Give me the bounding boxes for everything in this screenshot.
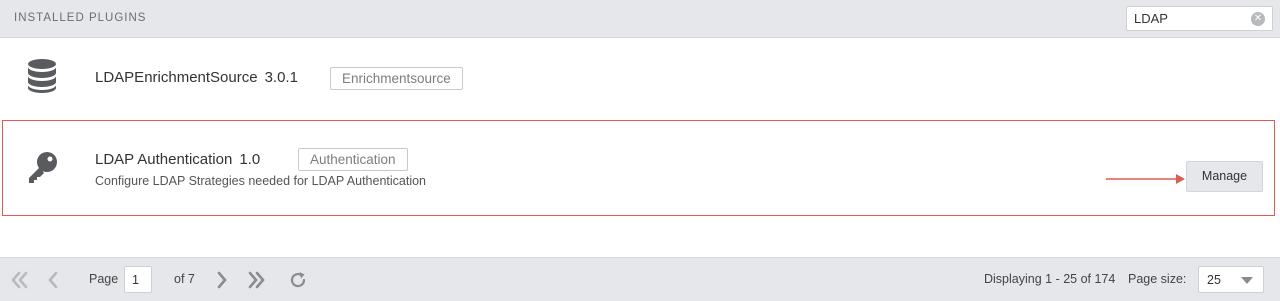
plugin-name: LDAP Authentication <box>95 151 233 168</box>
plugin-row-ldap-authentication: LDAP Authentication 1.0 Authentication Co… <box>2 120 1275 216</box>
plugin-version: 1.0 <box>239 151 261 168</box>
search-box[interactable]: ✕ <box>1126 6 1273 31</box>
plugin-version: 3.0.1 <box>264 69 298 86</box>
page-size-label: Page size: <box>1128 272 1187 286</box>
first-page-icon[interactable] <box>10 270 30 290</box>
annotation-arrow-icon <box>1106 174 1185 184</box>
plugin-type-tag: Enrichmentsource <box>330 67 463 90</box>
previous-page-icon[interactable] <box>44 270 64 290</box>
last-page-icon[interactable] <box>246 270 266 290</box>
refresh-icon[interactable] <box>288 270 308 290</box>
search-input[interactable] <box>1127 7 1247 30</box>
page-title: INSTALLED PLUGINS <box>14 12 147 24</box>
page-count-label: of 7 <box>174 272 195 286</box>
plugin-title: LDAPEnrichmentSource 3.0.1 <box>95 69 298 86</box>
page-size-value: 25 <box>1207 273 1221 287</box>
plugin-name: LDAPEnrichmentSource <box>95 69 258 86</box>
database-icon <box>28 59 56 93</box>
display-count-text: Displaying 1 - 25 of 174 <box>984 272 1116 286</box>
clear-icon[interactable]: ✕ <box>1251 12 1265 26</box>
page-label: Page <box>89 272 119 286</box>
page-number-input[interactable] <box>124 266 152 293</box>
plugin-description: Configure LDAP Strategies needed for LDA… <box>95 174 427 188</box>
plugin-type-tag: Authentication <box>298 148 408 171</box>
manage-button[interactable]: Manage <box>1186 161 1263 192</box>
pagination-bar: Page of 7 Displaying 1 - 25 of 174 Page … <box>0 257 1280 301</box>
key-icon <box>29 152 57 183</box>
plugin-row-ldapenrichmentsource: LDAPEnrichmentSource 3.0.1 Enrichmentsour… <box>0 39 1280 117</box>
chevron-down-icon <box>1241 277 1253 284</box>
plugins-header: INSTALLED PLUGINS ✕ <box>0 0 1280 38</box>
plugin-title: LDAP Authentication 1.0 <box>95 151 260 168</box>
page-size-select[interactable]: 25 <box>1198 266 1264 293</box>
next-page-icon[interactable] <box>212 270 232 290</box>
